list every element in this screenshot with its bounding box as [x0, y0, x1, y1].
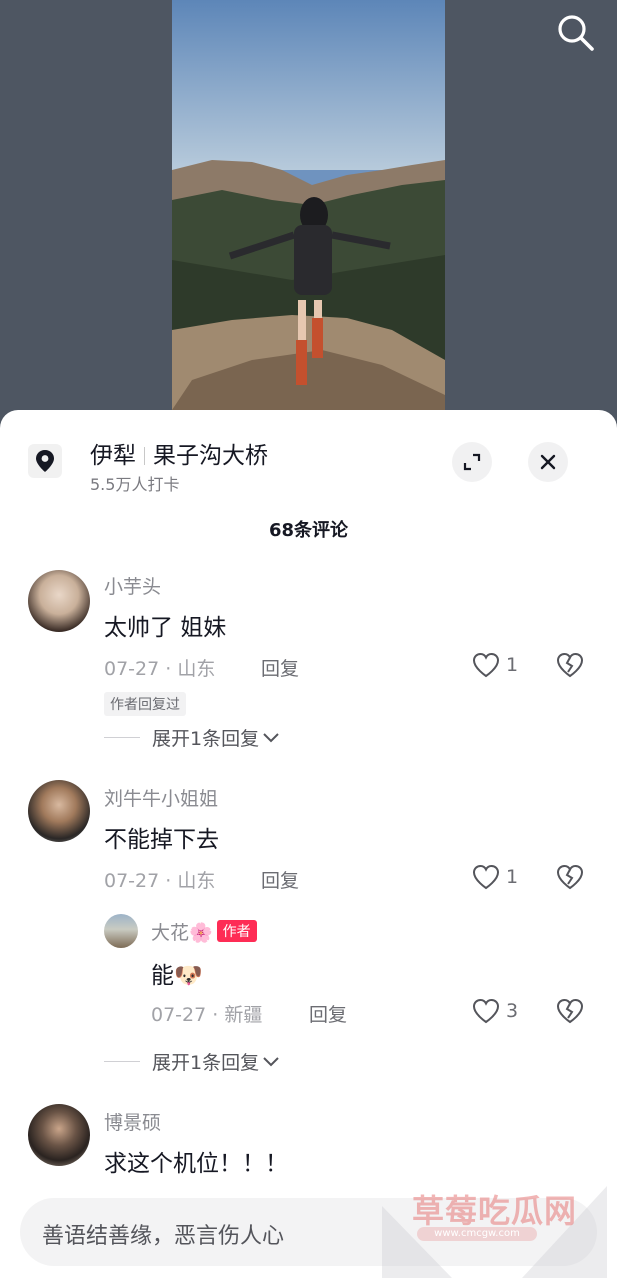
avatar[interactable]: [28, 1104, 90, 1166]
avatar[interactable]: [104, 914, 138, 948]
close-button[interactable]: [528, 442, 568, 482]
like-count: 1: [506, 654, 519, 676]
comment-input-placeholder: 善语结善缘，恶言伤人心: [42, 1224, 285, 1249]
comment-region: 山东: [177, 870, 216, 892]
watermark: 草莓吃瓜网 www.cmcgw.com: [382, 1186, 607, 1278]
avatar[interactable]: [28, 570, 90, 632]
heart-icon: [472, 998, 500, 1024]
expand-replies-button[interactable]: 展开1条回复: [104, 1048, 281, 1075]
broken-heart-icon: [556, 998, 584, 1024]
watermark-text: 草莓吃瓜网: [411, 1192, 577, 1230]
divider: [144, 447, 145, 465]
comments-count: 68条评论: [268, 520, 349, 541]
comment-region: 山东: [177, 658, 216, 680]
search-icon: [558, 15, 594, 51]
location-city: 伊犁: [90, 443, 136, 469]
comment-meta: 07-27 · 山东: [104, 870, 216, 892]
expand-icon: [463, 453, 481, 471]
comment-username[interactable]: 博景硕: [104, 1108, 161, 1135]
like-count: 1: [506, 866, 519, 888]
like-button[interactable]: 3: [472, 998, 518, 1024]
comment-sheet: 伊犁 果子沟大桥 5.5万人打卡 68条评论 小芋头 太帅了 姐妹 07-27 ·…: [0, 410, 617, 1280]
broken-heart-icon: [556, 652, 584, 678]
reply-button[interactable]: 回复: [261, 866, 299, 893]
divider: [104, 1061, 140, 1062]
location-header[interactable]: 伊犁 果子沟大桥 5.5万人打卡: [28, 436, 598, 496]
comment-meta: 07-27 · 山东: [104, 658, 216, 680]
video-preview[interactable]: [172, 0, 445, 410]
comment-region: 新疆: [224, 1004, 263, 1026]
checkin-count: 5.5万人打卡: [90, 475, 180, 494]
comment-text: 能🐶: [151, 963, 203, 989]
chevron-down-icon: [263, 1056, 279, 1066]
expand-replies-button[interactable]: 展开1条回复: [104, 724, 281, 751]
broken-heart-icon: [556, 864, 584, 890]
comment-date: 07-27: [151, 1004, 207, 1026]
like-count: 3: [506, 1000, 519, 1022]
like-button[interactable]: 1: [472, 652, 518, 678]
expand-button[interactable]: [452, 442, 492, 482]
reply-username-row: 大花🌸 作者: [151, 918, 257, 945]
heart-icon: [472, 864, 500, 890]
comment-username[interactable]: 刘牛牛小姐姐: [104, 784, 218, 811]
comment-username[interactable]: 大花🌸: [151, 922, 213, 944]
reply-button[interactable]: 回复: [261, 654, 299, 681]
search-button[interactable]: [555, 12, 597, 54]
expand-replies-label: 展开1条回复: [152, 728, 260, 750]
watermark-url: www.cmcgw.com: [417, 1227, 537, 1241]
location-title[interactable]: 伊犁 果子沟大桥: [90, 436, 268, 470]
heart-icon: [472, 652, 500, 678]
close-icon: [540, 454, 556, 470]
divider: [104, 737, 140, 738]
comment-date: 07-27: [104, 870, 160, 892]
dislike-button[interactable]: [556, 864, 584, 894]
expand-replies-label: 展开1条回复: [152, 1052, 260, 1074]
reply-button[interactable]: 回复: [309, 1000, 347, 1027]
author-badge: 作者: [216, 920, 257, 942]
comment-meta: 07-27 · 新疆: [151, 1004, 263, 1026]
location-place: 果子沟大桥: [153, 443, 268, 469]
dislike-button[interactable]: [556, 652, 584, 682]
mountain-scene-image: [172, 0, 445, 410]
like-button[interactable]: 1: [472, 864, 518, 890]
chevron-down-icon: [263, 732, 279, 742]
author-replied-tag: 作者回复过: [104, 692, 186, 716]
comment-username[interactable]: 小芋头: [104, 572, 161, 599]
comment-text: 不能掉下去: [104, 827, 219, 853]
location-pin-icon: [28, 444, 62, 478]
comment-text: 求这个机位！！！: [104, 1151, 288, 1177]
comment-date: 07-27: [104, 658, 160, 680]
avatar[interactable]: [28, 780, 90, 842]
comment-text: 太帅了 姐妹: [104, 615, 227, 641]
dislike-button[interactable]: [556, 998, 584, 1028]
